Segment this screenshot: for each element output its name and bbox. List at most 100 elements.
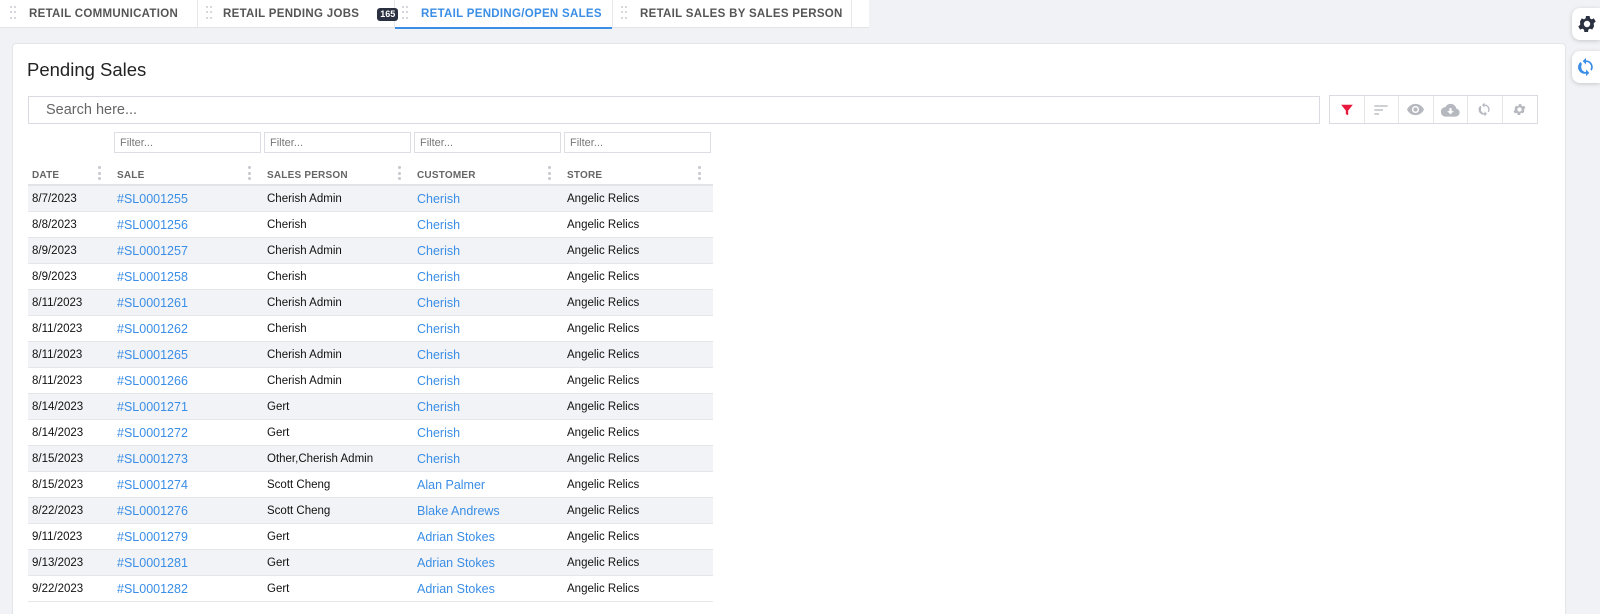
column-header-sale[interactable]: SALE — [117, 170, 144, 181]
sale-link[interactable]: #SL0001279 — [117, 524, 188, 550]
customer-link[interactable]: Cherish — [417, 342, 460, 368]
date-cell: 8/11/2023 — [32, 323, 83, 335]
sale-link[interactable]: #SL0001266 — [117, 368, 188, 394]
customer-filter — [414, 132, 561, 153]
column-menu-icon[interactable] — [248, 166, 251, 180]
search-box — [28, 96, 1320, 124]
tab-retail-communication[interactable]: RETAIL COMMUNICATION — [0, 0, 198, 28]
column-menu-icon[interactable] — [398, 166, 401, 180]
table-row[interactable]: 9/22/2023 #SL0001282 Gert Adrian Stokes Ange… — [28, 576, 713, 602]
sale-link[interactable]: #SL0001255 — [117, 186, 188, 212]
sale-link[interactable]: #SL0001256 — [117, 212, 188, 238]
filter-button[interactable] — [1330, 96, 1365, 123]
sale-link[interactable]: #SL0001274 — [117, 472, 188, 498]
store-filter-input[interactable] — [565, 133, 710, 153]
sales-person-filter-input[interactable] — [265, 133, 410, 153]
sale-link[interactable]: #SL0001262 — [117, 316, 188, 342]
table-row[interactable]: 8/11/2023 #SL0001261 Cherish Admin Cherish A… — [28, 290, 713, 316]
sale-link[interactable]: #SL0001257 — [117, 238, 188, 264]
tab-retail-sales-by-sales-person[interactable]: RETAIL SALES BY SALES PERSON — [613, 0, 852, 28]
sale-link[interactable]: #SL0001265 — [117, 342, 188, 368]
pending-sales-card: Pending Sales Search here... Filter... F… — [12, 43, 1566, 614]
sale-link[interactable]: #SL0001271 — [117, 394, 188, 420]
sales-person-cell: Cherish — [267, 219, 307, 231]
sales-person-cell: Other,Cherish Admin — [267, 453, 374, 465]
table-row[interactable]: 8/15/2023 #SL0001274 Scott Cheng Alan Palme… — [28, 472, 713, 498]
column-menu-icon[interactable] — [548, 166, 551, 180]
customer-link[interactable]: Cherish — [417, 186, 460, 212]
sale-link[interactable]: #SL0001282 — [117, 576, 188, 602]
customer-link[interactable]: Cherish — [417, 394, 460, 420]
refresh-side-button[interactable] — [1572, 51, 1600, 83]
table-row[interactable]: 8/8/2023 #SL0001256 Cherish Cherish Angelic … — [28, 212, 713, 238]
sales-person-cell: Gert — [267, 557, 290, 569]
table-row[interactable]: 8/11/2023 #SL0001265 Cherish Admin Cherish A… — [28, 342, 713, 368]
sales-person-cell: Scott Cheng — [267, 505, 331, 517]
date-cell: 8/7/2023 — [32, 193, 77, 205]
table-row[interactable]: 8/7/2023 #SL0001255 Cherish Admin Cherish An… — [28, 186, 713, 212]
table-row[interactable]: 9/11/2023 #SL0001279 Gert Adrian Stokes Ange… — [28, 524, 713, 550]
sales-person-cell: Cherish Admin — [267, 349, 342, 361]
customer-link[interactable]: Cherish — [417, 290, 460, 316]
sale-link[interactable]: #SL0001281 — [117, 550, 188, 576]
table-row[interactable]: 8/15/2023 #SL0001273 Other,Cherish Admin Ch… — [28, 446, 713, 472]
table-row[interactable]: 8/14/2023 #SL0001271 Gert Cherish Angelic Re… — [28, 394, 713, 420]
sale-link[interactable]: #SL0001276 — [117, 498, 188, 524]
table-row[interactable]: 8/9/2023 #SL0001257 Cherish Admin Cherish An… — [28, 238, 713, 264]
sale-link[interactable]: #SL0001261 — [117, 290, 188, 316]
customer-link[interactable]: Alan Palmer — [417, 472, 485, 498]
table-row[interactable]: 8/11/2023 #SL0001262 Cherish Cherish Angelic… — [28, 316, 713, 342]
date-cell: 8/9/2023 — [32, 245, 77, 257]
sale-link[interactable]: #SL0001258 — [117, 264, 188, 290]
customer-link[interactable]: Cherish — [417, 420, 460, 446]
store-cell: Angelic Relics — [567, 349, 640, 361]
column-header-date[interactable]: DATE — [32, 170, 59, 181]
table-row[interactable]: 8/11/2023 #SL0001266 Cherish Admin Cherish A… — [28, 368, 713, 394]
grid-settings-button[interactable] — [1503, 96, 1538, 123]
store-cell: Angelic Relics — [567, 479, 640, 491]
table-row[interactable]: 8/22/2023 #SL0001276 Scott Cheng Blake Andr… — [28, 498, 713, 524]
customer-link[interactable]: Adrian Stokes — [417, 524, 495, 550]
customer-link[interactable]: Cherish — [417, 368, 460, 394]
refresh-button[interactable] — [1468, 96, 1503, 123]
settings-side-button[interactable] — [1572, 8, 1600, 40]
customer-link[interactable]: Cherish — [417, 316, 460, 342]
store-cell: Angelic Relics — [567, 193, 640, 205]
sale-link[interactable]: #SL0001273 — [117, 446, 188, 472]
column-header-sales-person[interactable]: SALES PERSON — [267, 170, 348, 181]
column-menu-icon[interactable] — [98, 166, 101, 180]
sale-filter-input[interactable] — [115, 133, 260, 153]
date-cell: 8/9/2023 — [32, 271, 77, 283]
customer-filter-input[interactable] — [415, 133, 560, 153]
sort-button[interactable] — [1365, 96, 1399, 123]
tab-retail-pending-open-sales[interactable]: RETAIL PENDING/OPEN SALES — [395, 0, 613, 29]
drag-handle-icon[interactable] — [10, 6, 16, 20]
customer-link[interactable]: Adrian Stokes — [417, 576, 495, 602]
table-row[interactable]: 8/9/2023 #SL0001258 Cherish Cherish Angelic … — [28, 264, 713, 290]
customer-link[interactable]: Cherish — [417, 264, 460, 290]
customer-link[interactable]: Cherish — [417, 212, 460, 238]
download-button[interactable] — [1434, 96, 1468, 123]
grid-toolbar — [1329, 95, 1538, 124]
grid-body: 8/7/2023 #SL0001255 Cherish Admin Cherish An… — [28, 186, 713, 602]
date-cell: 8/8/2023 — [32, 219, 77, 231]
column-menu-icon[interactable] — [698, 166, 701, 180]
customer-link[interactable]: Cherish — [417, 238, 460, 264]
column-header-customer[interactable]: CUSTOMER — [417, 170, 476, 181]
table-row[interactable]: 9/13/2023 #SL0001281 Gert Adrian Stokes Ange… — [28, 550, 713, 576]
columns-visibility-button[interactable] — [1399, 96, 1434, 123]
drag-handle-icon[interactable] — [621, 6, 627, 20]
tab-label: RETAIL COMMUNICATION — [29, 8, 179, 20]
drag-handle-icon[interactable] — [206, 6, 212, 20]
customer-link[interactable]: Cherish — [417, 446, 460, 472]
tab-retail-pending-jobs[interactable]: RETAIL PENDING JOBS 165 — [198, 0, 399, 28]
sale-link[interactable]: #SL0001272 — [117, 420, 188, 446]
cloud-download-icon — [1440, 103, 1460, 117]
search-input[interactable] — [29, 97, 1319, 123]
date-cell: 8/22/2023 — [32, 505, 84, 517]
column-header-store[interactable]: STORE — [567, 170, 602, 181]
drag-handle-icon[interactable] — [402, 6, 408, 20]
table-row[interactable]: 8/14/2023 #SL0001272 Gert Cherish Angelic Re… — [28, 420, 713, 446]
customer-link[interactable]: Adrian Stokes — [417, 550, 495, 576]
customer-link[interactable]: Blake Andrews — [417, 498, 500, 524]
